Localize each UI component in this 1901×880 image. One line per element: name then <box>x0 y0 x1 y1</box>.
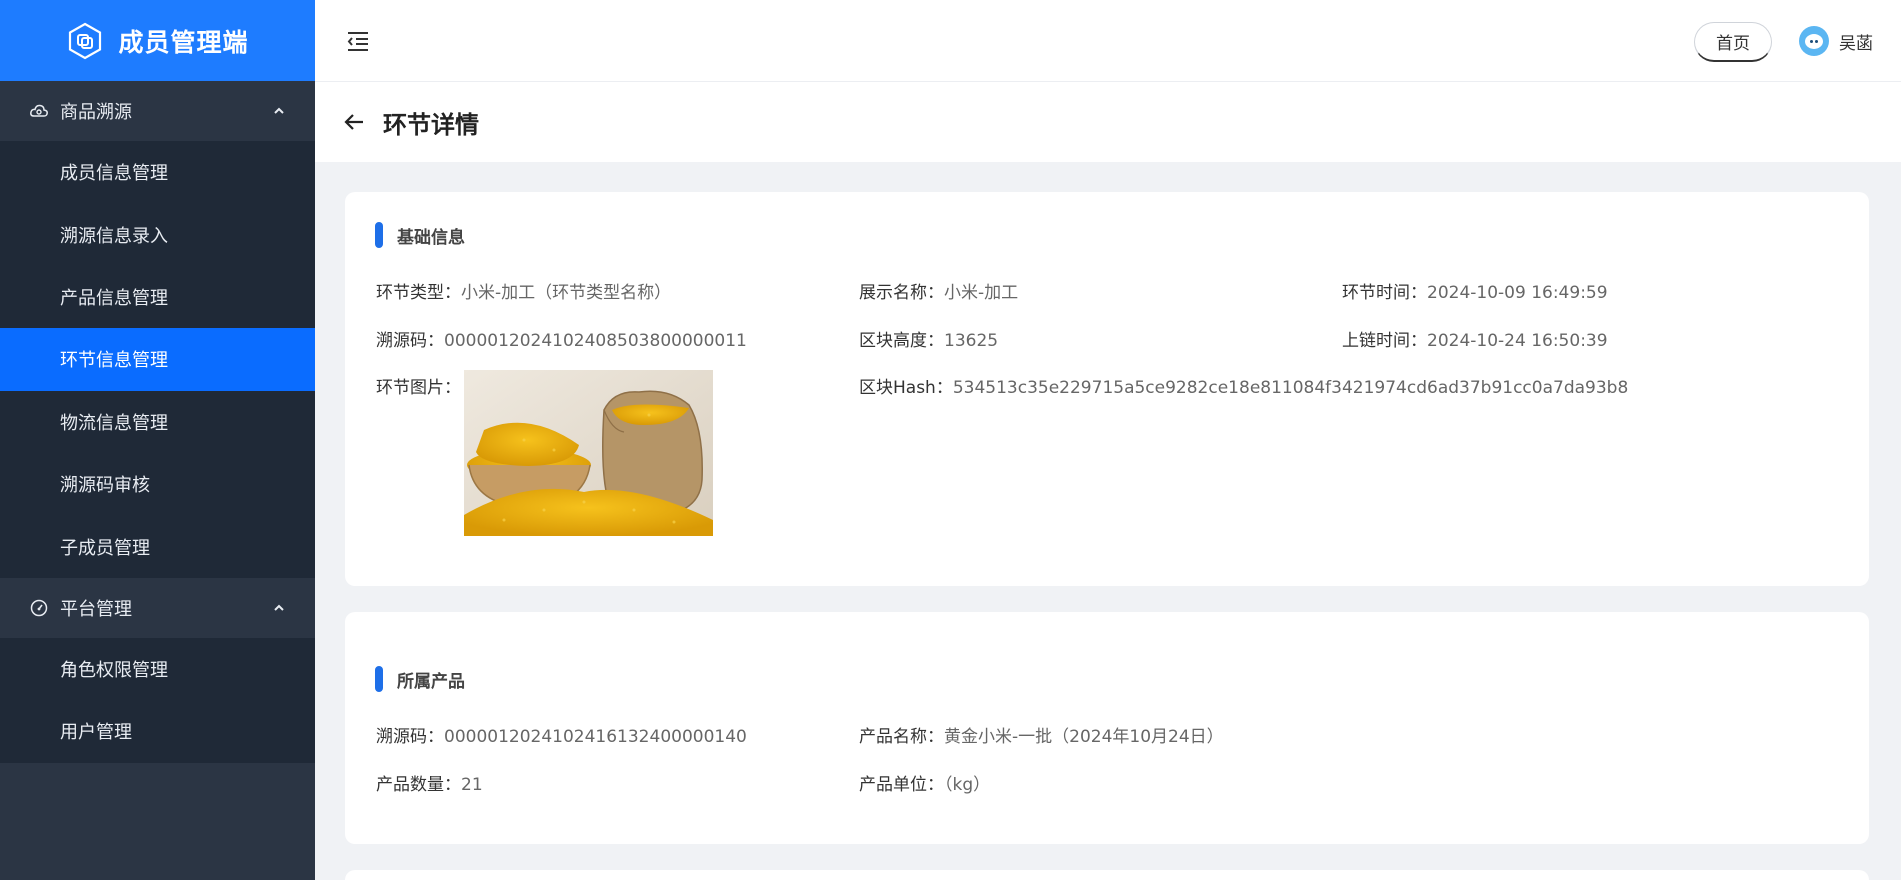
sidebar-item-member-info[interactable]: 成员信息管理 <box>0 141 315 203</box>
field-block-hash: 区块Hash：534513c35e229715a5ce9282ce18e8110… <box>859 378 1629 398</box>
user-menu[interactable]: 吴菡 <box>1799 26 1873 56</box>
field-product-name: 产品名称：黄金小米-一批（2024年10月24日） <box>859 727 1224 747</box>
brand: 成员管理端 <box>0 0 315 81</box>
submenu-trace: 成员信息管理 溯源信息录入 产品信息管理 环节信息管理 物流信息管理 溯源码审核… <box>0 141 315 578</box>
section-accent-bar <box>375 222 383 248</box>
field-display-name: 展示名称：小米-加工 <box>859 283 1019 303</box>
sidebar-item-user-management[interactable]: 用户管理 <box>0 700 315 762</box>
sidebar-item-role-permissions[interactable]: 角色权限管理 <box>0 638 315 700</box>
field-product-quantity: 产品数量：21 <box>376 775 483 795</box>
sidebar-item-logistics-info[interactable]: 物流信息管理 <box>0 391 315 453</box>
field-stage-image: 环节图片： <box>376 378 461 398</box>
field-chain-time: 上链时间：2024-10-24 16:50:39 <box>1342 331 1608 351</box>
back-arrow-icon[interactable] <box>341 109 367 135</box>
menu-fold-icon[interactable] <box>345 28 371 54</box>
menu-group-platform[interactable]: 平台管理 <box>0 577 315 638</box>
product-info-card: 所属产品 溯源码：0000012024102416132400000140 产品… <box>345 612 1869 844</box>
page-title-bar: 环节详情 <box>315 82 1901 162</box>
next-card-partial <box>345 870 1869 880</box>
field-block-height: 区块高度：13625 <box>859 331 999 351</box>
menu-group-label: 商品溯源 <box>60 102 132 123</box>
user-name: 吴菡 <box>1839 33 1873 54</box>
sidebar-item-stage-info[interactable]: 环节信息管理 <box>0 328 315 391</box>
page-title: 环节详情 <box>383 110 479 139</box>
home-button[interactable]: 首页 <box>1694 22 1772 62</box>
section-accent-bar <box>375 666 383 692</box>
sidebar-item-code-review[interactable]: 溯源码审核 <box>0 453 315 515</box>
stage-image[interactable] <box>464 370 713 536</box>
field-trace-code: 溯源码：0000012024102408503800000011 <box>376 331 747 351</box>
section-title: 所属产品 <box>397 671 465 692</box>
field-product-trace-code: 溯源码：0000012024102416132400000140 <box>376 727 747 747</box>
gauge-icon <box>28 597 50 619</box>
sidebar-item-trace-entry[interactable]: 溯源信息录入 <box>0 203 315 265</box>
sidebar-item-sub-members[interactable]: 子成员管理 <box>0 515 315 577</box>
app-title: 成员管理端 <box>118 27 249 57</box>
menu-group-trace[interactable]: 商品溯源 <box>0 81 315 141</box>
avatar-icon <box>1799 26 1829 56</box>
cloud-icon <box>28 100 50 122</box>
section-title: 基础信息 <box>397 227 465 248</box>
chevron-up-icon <box>271 103 287 119</box>
field-product-unit: 产品单位：（kg） <box>859 775 991 795</box>
section-header: 基础信息 <box>375 222 465 248</box>
chevron-up-icon <box>271 600 287 616</box>
submenu-platform: 角色权限管理 用户管理 <box>0 637 315 763</box>
section-header: 所属产品 <box>375 666 465 692</box>
menu-group-label: 平台管理 <box>60 598 132 620</box>
field-stage-type: 环节类型：小米-加工（环节类型名称） <box>376 283 672 303</box>
logo-icon <box>66 22 104 60</box>
top-header: 首页 吴菡 <box>315 0 1901 82</box>
basic-info-card: 基础信息 环节类型：小米-加工（环节类型名称） 展示名称：小米-加工 环节时间：… <box>345 192 1869 586</box>
field-stage-time: 环节时间：2024-10-09 16:49:59 <box>1342 283 1608 303</box>
sidebar-item-product-info[interactable]: 产品信息管理 <box>0 266 315 328</box>
sidebar: 成员管理端 商品溯源 成员信息管理 溯源信息录入 产品信息管理 环节信息管理 物… <box>0 0 315 880</box>
